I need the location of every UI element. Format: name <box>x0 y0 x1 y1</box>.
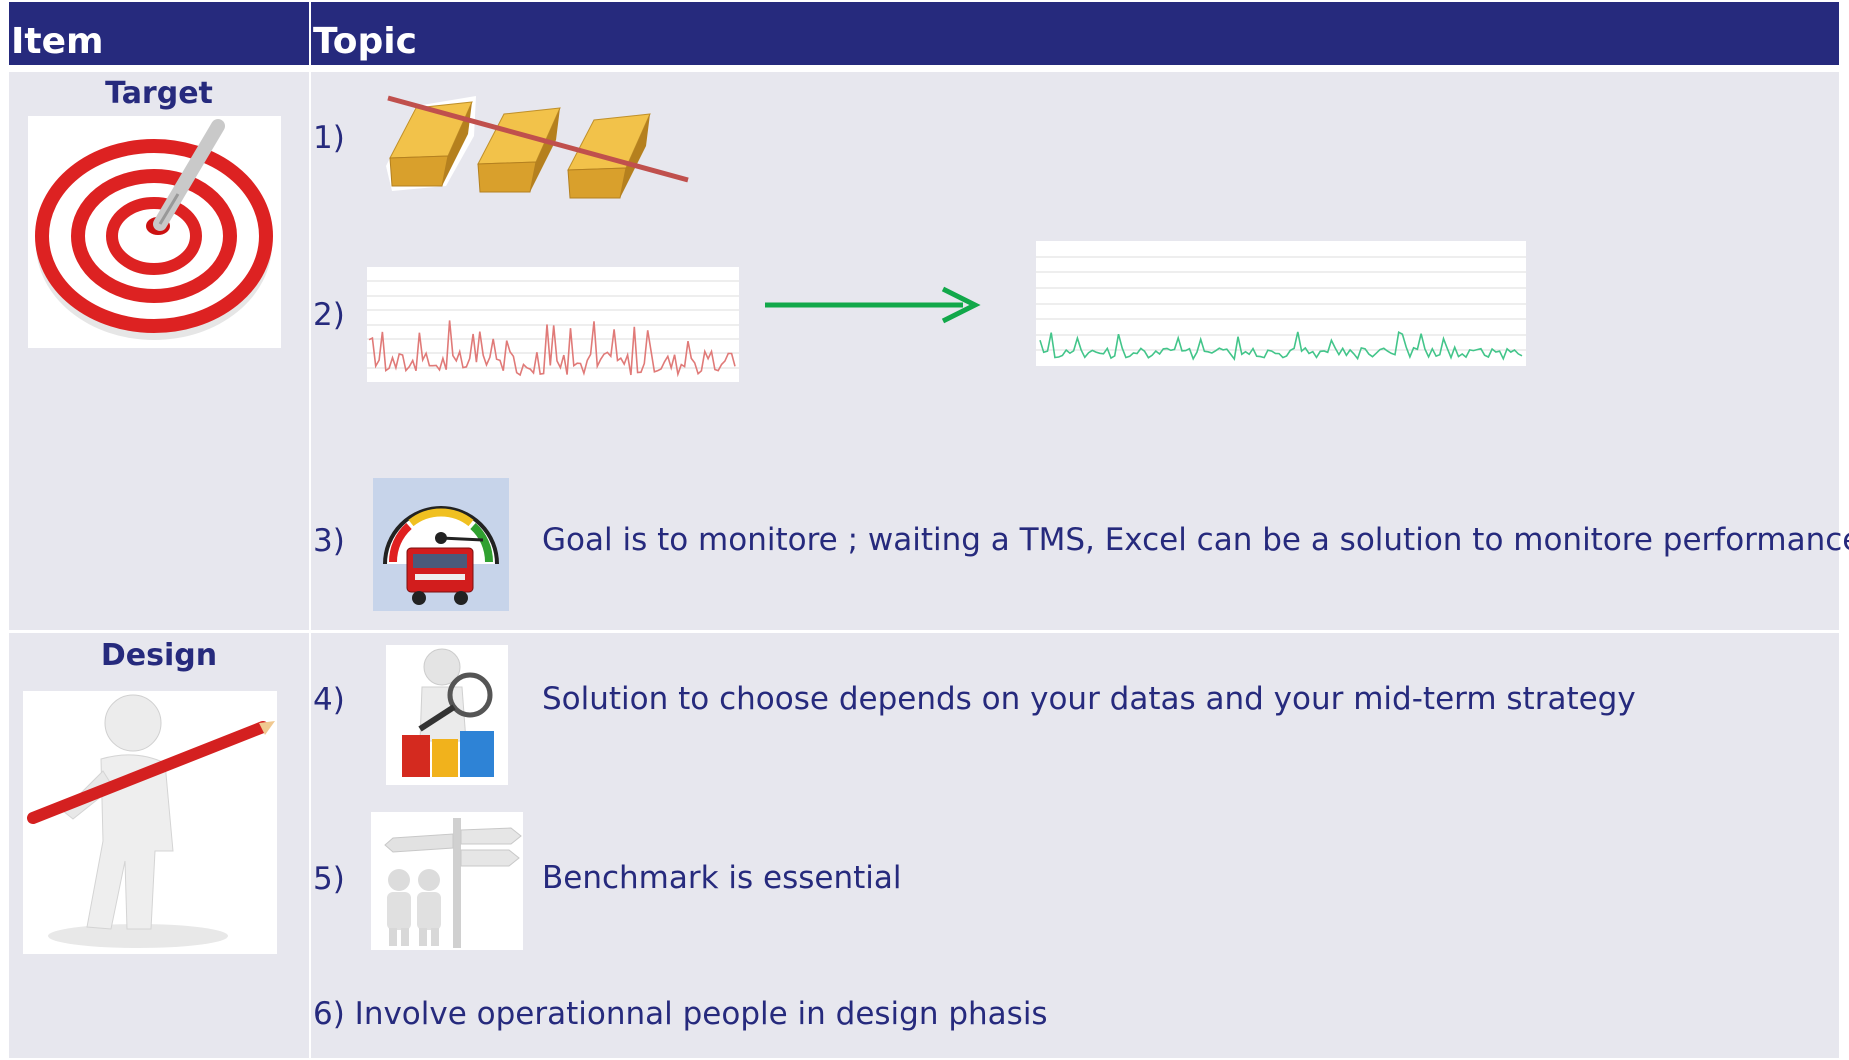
header-topic-label: Topic <box>313 21 417 62</box>
figure-magnifier-icon <box>386 645 508 785</box>
header-item-label: Item <box>11 21 104 62</box>
header-item-column: Item <box>9 2 309 65</box>
topic-4-text: Solution to choose depends on your datas… <box>542 681 1636 717</box>
green-sparkline <box>1036 241 1526 366</box>
red-sparkline <box>367 267 739 382</box>
header-topic-column: Topic <box>311 2 1839 65</box>
target-dart-icon <box>28 116 281 348</box>
right-arrow-icon <box>763 285 981 325</box>
topic-5-text: Benchmark is essential <box>542 860 902 896</box>
item-target-label: Target <box>105 76 213 111</box>
topic-number: 3) <box>313 523 345 559</box>
topic-3-text: Goal is to monitore ; waiting a TMS, Exc… <box>542 522 1849 558</box>
figure-pencil-icon <box>23 691 277 954</box>
topic-number: 2) <box>313 297 345 333</box>
figures-signpost-icon <box>371 812 523 950</box>
item-design-label: Design <box>100 638 218 673</box>
topic-number: 5) <box>313 861 345 897</box>
topic-number: 4) <box>313 682 345 718</box>
topic-6-text: 6) Involve operationnal people in design… <box>313 996 1048 1032</box>
gold-bars-icon <box>376 76 694 208</box>
speedometer-truck-icon <box>373 478 509 611</box>
topic-number: 1) <box>313 120 345 156</box>
